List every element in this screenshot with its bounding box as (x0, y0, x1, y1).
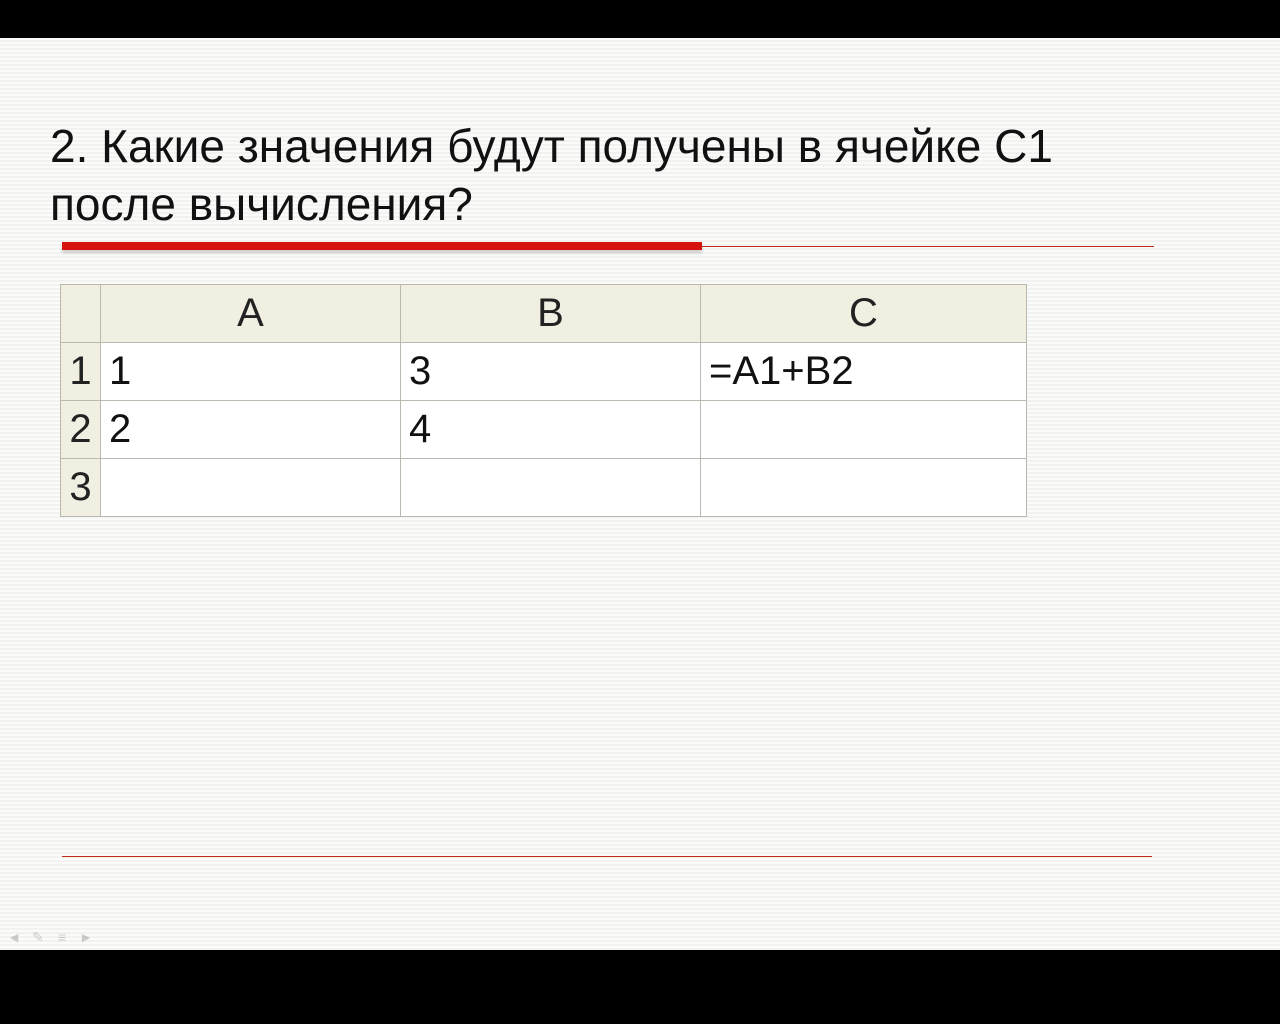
table-row: 3 (61, 459, 1027, 517)
pen-icon[interactable]: ✎ (30, 930, 46, 944)
next-icon[interactable]: ► (78, 930, 94, 944)
slide: 2. Какие значения будут получены в ячейк… (0, 38, 1280, 950)
cell-A3 (101, 459, 401, 517)
title-underline-thin (702, 246, 1154, 247)
question-text: 2. Какие значения будут получены в ячейк… (50, 118, 1150, 233)
row-header-3: 3 (61, 459, 101, 517)
menu-icon[interactable]: ≡ (54, 930, 70, 944)
col-header-C: C (701, 285, 1027, 343)
cell-A1: 1 (101, 343, 401, 401)
corner-cell (61, 285, 101, 343)
col-header-B: B (401, 285, 701, 343)
header-row: A B C (61, 285, 1027, 343)
row-header-2: 2 (61, 401, 101, 459)
title-underline-thick (62, 242, 702, 250)
prev-icon[interactable]: ◄ (6, 930, 22, 944)
cell-C1: =A1+B2 (701, 343, 1027, 401)
col-header-A: A (101, 285, 401, 343)
cell-C3 (701, 459, 1027, 517)
slide-nav: ◄ ✎ ≡ ► (6, 930, 94, 944)
spreadsheet-table: A B C 1 1 3 =A1+B2 2 2 4 3 (60, 284, 1027, 517)
row-header-1: 1 (61, 343, 101, 401)
table-row: 2 2 4 (61, 401, 1027, 459)
cell-B2: 4 (401, 401, 701, 459)
cell-C2 (701, 401, 1027, 459)
table-row: 1 1 3 =A1+B2 (61, 343, 1027, 401)
cell-B1: 3 (401, 343, 701, 401)
cell-B3 (401, 459, 701, 517)
footer-divider (62, 856, 1152, 857)
cell-A2: 2 (101, 401, 401, 459)
